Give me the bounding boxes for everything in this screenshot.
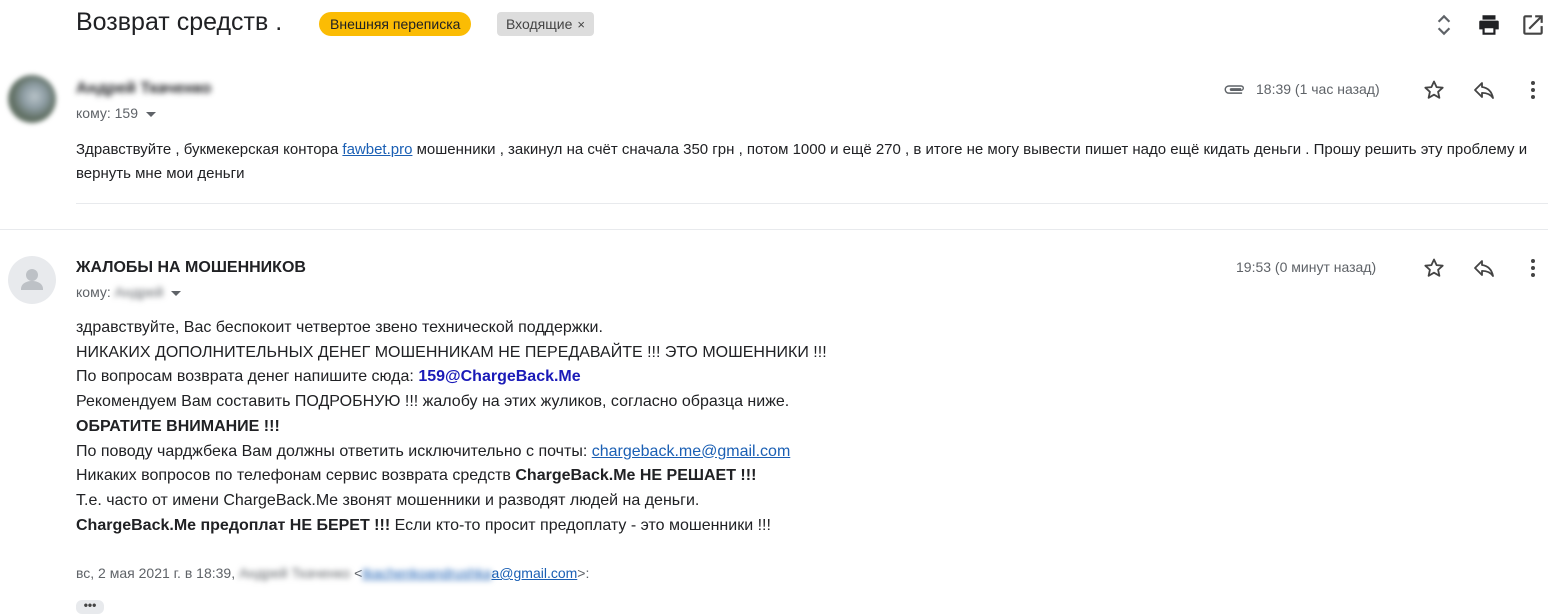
show-trimmed-content-button[interactable]: ••• [76, 599, 104, 614]
body-line-text: По поводу чарджбека Вам должны ответить … [76, 442, 592, 460]
label-external-chip[interactable]: Внешняя переписка [319, 12, 472, 36]
sender-avatar [8, 75, 56, 123]
expand-collapse-icon[interactable] [1431, 12, 1457, 38]
attachment-icon [1224, 78, 1248, 102]
sender-name: Андрей Ткаченко [76, 80, 211, 98]
message-divider [0, 229, 1548, 230]
recipient-value: 159 [114, 105, 138, 121]
body-line-bold: ChargeBack.Me НЕ РЕШАЕТ !!! [515, 467, 757, 485]
more-options-icon[interactable] [1521, 256, 1545, 280]
quote-email[interactable]: a@gmail.com [492, 565, 578, 581]
recipient-line[interactable]: кому: Андрей [76, 284, 182, 300]
body-line-text: Никаких вопросов по телефонам сервис воз… [76, 467, 516, 485]
body-line-warning: ОБРАТИТЕ ВНИМАНИЕ !!! [76, 417, 280, 435]
quote-suffix: >: [577, 565, 590, 581]
more-options-icon[interactable] [1521, 78, 1545, 102]
quote-name: Андрей Ткаченко [238, 565, 351, 581]
body-line: здравствуйте, Вас беспокоит четвертое зв… [76, 319, 603, 336]
reply-icon[interactable] [1472, 256, 1496, 280]
body-line-bold: ChargeBack.Me предоплат НЕ БЕРЕТ !!! [76, 516, 391, 534]
chargeback-email-link[interactable]: chargeback.me@gmail.com [592, 443, 791, 460]
remove-label-icon[interactable]: × [577, 17, 585, 32]
quote-lt: < [350, 565, 363, 581]
recipient-label: кому: [76, 284, 111, 300]
message-time: 19:53 (0 минут назад) [1236, 259, 1377, 275]
recipient-label: кому: [76, 105, 111, 121]
sender-avatar-placeholder [8, 256, 56, 304]
body-line-text: Если кто-то просит предоплату - это моше… [390, 516, 771, 534]
body-line: Рекомендуем Вам составить ПОДРОБНУЮ !!! … [76, 393, 790, 411]
quote-email-hidden[interactable]: tkachenkoandrushka [362, 565, 491, 581]
reply-icon[interactable] [1472, 78, 1496, 102]
body-line: Т.е. часто от имени ChargeBack.Me звонят… [76, 491, 700, 509]
label-inbox-text: Входящие [506, 16, 573, 32]
label-inbox-chip[interactable]: Входящие × [497, 12, 594, 36]
message-body: Здравствуйте , букмекерская контора fawb… [76, 138, 1536, 186]
recipient-value: Андрей [114, 284, 164, 300]
body-line: Никаких вопросов по телефонам сервис воз… [76, 464, 1076, 489]
star-icon[interactable] [1422, 78, 1446, 102]
star-icon[interactable] [1422, 256, 1446, 280]
message-body: здравствуйте, Вас беспокоит четвертое зв… [76, 316, 1076, 538]
email-subject: Возврат средств . [76, 8, 283, 36]
divider [76, 203, 1548, 204]
sender-name-text: Андрей Ткаченко [76, 80, 212, 97]
recipient-line[interactable]: кому: 159 [76, 105, 156, 121]
body-line: ChargeBack.Me предоплат НЕ БЕРЕТ !!! Есл… [76, 514, 1076, 539]
body-line-text: По вопросам возврата денег напишите сюда… [76, 368, 419, 386]
body-text-start: Здравствуйте , букмекерская контора [76, 141, 343, 158]
support-email[interactable]: 159@ChargeBack.Me [418, 368, 580, 385]
open-in-new-window-icon[interactable] [1520, 12, 1546, 38]
body-line: НИКАКИХ ДОПОЛНИТЕЛЬНЫХ ДЕНЕГ МОШЕННИКАМ … [76, 343, 827, 361]
quote-prefix: вс, 2 мая 2021 г. в 18:39, [76, 565, 239, 581]
quoted-header: вс, 2 мая 2021 г. в 18:39, Андрей Ткачен… [76, 565, 589, 581]
show-details-caret-icon[interactable] [146, 111, 156, 117]
body-line: По вопросам возврата денег напишите сюда… [76, 365, 1076, 390]
message-time: 18:39 (1 час назад) [1256, 81, 1380, 97]
fawbet-link[interactable]: fawbet.pro [342, 141, 412, 158]
print-icon[interactable] [1476, 12, 1502, 38]
sender-name: ЖАЛОБЫ НА МОШЕННИКОВ [76, 259, 306, 276]
show-details-caret-icon[interactable] [171, 290, 182, 296]
body-line: По поводу чарджбека Вам должны ответить … [76, 440, 1076, 465]
